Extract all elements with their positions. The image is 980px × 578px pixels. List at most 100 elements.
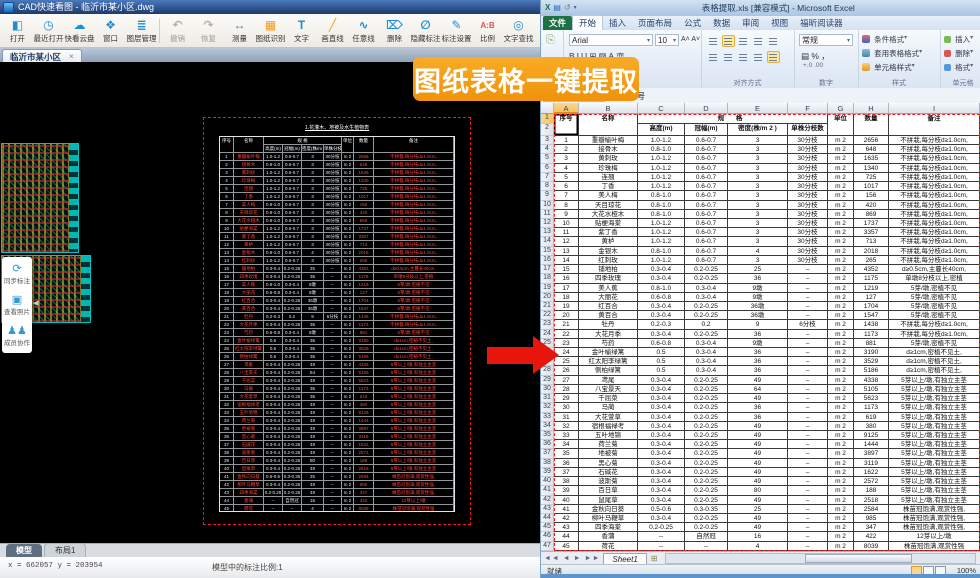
top-align-icon[interactable]: [707, 35, 720, 47]
data-cell[interactable]: 2018: [854, 247, 889, 256]
row-header[interactable]: 41: [541, 486, 554, 495]
number-format-select[interactable]: 常规▾: [799, 34, 853, 46]
panel-sync-annotation[interactable]: ⟳同步标注: [4, 263, 30, 285]
ribbon-tab-数据[interactable]: 数据: [707, 16, 736, 30]
data-cell[interactable]: 49: [728, 422, 788, 431]
data-cell[interactable]: 0.2-0.25: [685, 422, 728, 431]
column-header-A[interactable]: A: [554, 103, 579, 114]
data-cell[interactable]: m 2: [828, 477, 854, 486]
data-cell[interactable]: 0.2-0.25: [685, 385, 728, 394]
data-cell[interactable]: 柳叶马鞭草: [579, 514, 638, 523]
toolbar-freehand-line[interactable]: ∿任意线: [348, 18, 379, 44]
data-cell[interactable]: 35: [554, 449, 579, 458]
data-cell[interactable]: 30分枝: [788, 136, 828, 145]
bottom-align-icon[interactable]: [737, 35, 750, 47]
data-cell[interactable]: 百日草: [579, 486, 638, 495]
data-cell[interactable]: 49: [728, 459, 788, 468]
data-cell[interactable]: 0.3-0.4: [638, 477, 685, 486]
data-cell[interactable]: 0.8-1.0: [638, 210, 685, 219]
data-cell[interactable]: 0.2-0.25: [685, 403, 728, 412]
data-cell[interactable]: m 2: [828, 237, 854, 246]
data-cell[interactable]: 21: [554, 320, 579, 329]
data-cell[interactable]: 不拼栽,每分枝d≥1.0cm,: [889, 219, 980, 228]
data-cell[interactable]: 15: [554, 265, 579, 274]
data-cell[interactable]: 3529: [854, 357, 889, 366]
data-cell[interactable]: 3190: [854, 348, 889, 357]
ribbon-tab-插入[interactable]: 插入: [603, 16, 632, 30]
data-cell[interactable]: 1.0-1.2: [638, 237, 685, 246]
data-cell[interactable]: 1.0-1.2: [638, 154, 685, 163]
data-cell[interactable]: 49: [728, 468, 788, 477]
data-cell[interactable]: m 2: [828, 366, 854, 375]
data-cell[interactable]: 2656: [854, 136, 889, 145]
data-cell[interactable]: 420: [854, 201, 889, 210]
data-cell[interactable]: m 2: [828, 210, 854, 219]
data-cell[interactable]: 3: [728, 256, 788, 265]
data-cell[interactable]: 0.3-0.4: [638, 496, 685, 505]
data-cell[interactable]: 5芽/墩,密植不见: [889, 284, 980, 293]
data-cell[interactable]: 0.2-0.25: [638, 523, 685, 532]
data-cell[interactable]: 0.6-0.7: [685, 219, 728, 228]
grow-shrink-font-buttons[interactable]: A˄ A˅: [681, 36, 700, 43]
row-header[interactable]: 32: [541, 403, 554, 412]
data-cell[interactable]: m 2: [828, 201, 854, 210]
ribbon-tab-视图[interactable]: 视图: [765, 16, 794, 30]
data-cell[interactable]: 27: [554, 376, 579, 385]
data-cell[interactable]: 9: [554, 210, 579, 219]
data-cell[interactable]: 37: [554, 468, 579, 477]
data-cell[interactable]: 36: [728, 274, 788, 283]
row-header[interactable]: 29: [541, 376, 554, 385]
data-cell[interactable]: 0.3-0.35: [685, 505, 728, 514]
data-cell[interactable]: 3: [728, 164, 788, 173]
data-cell[interactable]: 3: [728, 191, 788, 200]
data-cell[interactable]: 19: [554, 302, 579, 311]
row-header[interactable]: 18: [541, 274, 554, 283]
data-cell[interactable]: 30分枝: [788, 154, 828, 163]
row-header[interactable]: 21: [541, 302, 554, 311]
data-cell[interactable]: 3: [728, 201, 788, 210]
row-header[interactable]: 22: [541, 311, 554, 320]
font-name-select[interactable]: Arial▾: [569, 34, 653, 46]
toolbar-drawing-recognize[interactable]: ▦图纸识别: [255, 18, 286, 44]
data-cell[interactable]: 株苗冠饱满,观赏性强,: [889, 523, 980, 532]
data-cell[interactable]: 25: [728, 265, 788, 274]
data-cell[interactable]: 0.2-0.25: [685, 449, 728, 458]
data-cell[interactable]: m 2: [828, 542, 854, 551]
data-cell[interactable]: 接骨木: [579, 145, 638, 154]
data-cell[interactable]: 鸢尾: [579, 376, 638, 385]
data-cell[interactable]: 地被菊: [579, 449, 638, 458]
data-cell[interactable]: –: [788, 514, 828, 523]
data-cell[interactable]: 5芽以上/墩,有独立主茎: [889, 449, 980, 458]
data-cell[interactable]: 贴梗海棠: [579, 219, 638, 228]
data-cell[interactable]: 0.5-0.6: [638, 505, 685, 514]
header-cell-name[interactable]: 名称: [579, 114, 638, 136]
ribbon-tab-福昕阅读器[interactable]: 福昕阅读器: [794, 16, 849, 30]
row-header[interactable]: 7: [541, 173, 554, 182]
data-cell[interactable]: 0.6-0.7: [685, 201, 728, 210]
row-header[interactable]: 3: [541, 136, 554, 145]
data-cell[interactable]: –: [788, 339, 828, 348]
data-cell[interactable]: 4: [728, 247, 788, 256]
data-cell[interactable]: m 2: [828, 311, 854, 320]
data-cell[interactable]: 1017: [854, 182, 889, 191]
row-header[interactable]: 9: [541, 191, 554, 200]
data-cell[interactable]: 芍药: [579, 339, 638, 348]
data-cell[interactable]: 波斯菊: [579, 477, 638, 486]
data-cell[interactable]: –: [788, 422, 828, 431]
data-cell[interactable]: 0.2-0.25: [685, 394, 728, 403]
data-cell[interactable]: 连翘: [579, 173, 638, 182]
data-cell[interactable]: 黄刺玫: [579, 154, 638, 163]
data-cell[interactable]: 0.8-1.0: [638, 247, 685, 256]
data-cell[interactable]: 5芽以上/墩,有独立主茎: [889, 459, 980, 468]
data-cell[interactable]: m 2: [828, 293, 854, 302]
row-header[interactable]: 47: [541, 542, 554, 551]
data-cell[interactable]: 八宝景天: [579, 385, 638, 394]
data-cell[interactable]: 30分枝: [788, 237, 828, 246]
row-header[interactable]: 14: [541, 237, 554, 246]
data-cell[interactable]: 0.6-0.7: [685, 247, 728, 256]
data-cell[interactable]: 0.3-0.4: [638, 385, 685, 394]
cad-canvas[interactable]: ⟳同步标注▣查看照片♟♟成员协作 ◀ 1.花灌木、地被及水生植物表 序号名称规 …: [0, 62, 540, 543]
data-cell[interactable]: 49: [728, 376, 788, 385]
data-cell[interactable]: 大丽花: [579, 293, 638, 302]
data-cell[interactable]: 869: [854, 210, 889, 219]
